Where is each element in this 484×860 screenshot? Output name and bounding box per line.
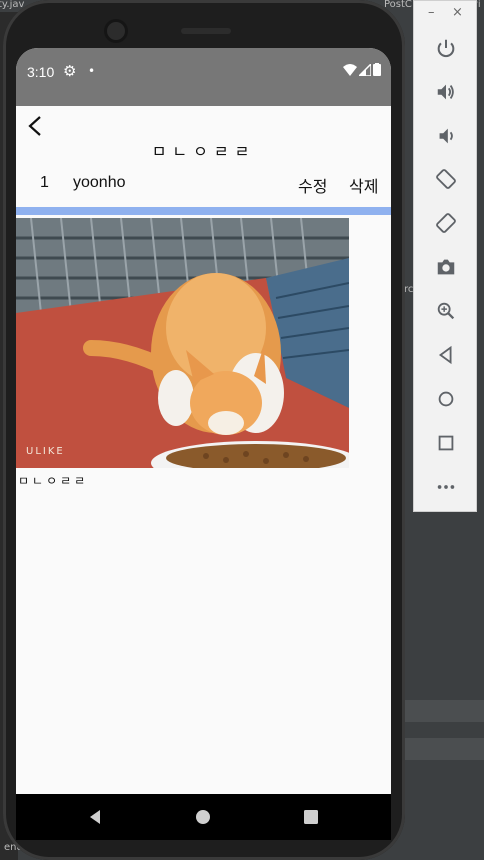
- phone-top-bezel: [3, 0, 405, 48]
- minimize-button[interactable]: –: [428, 5, 435, 20]
- post-author: yoonho: [73, 174, 126, 191]
- camera-screenshot-icon[interactable]: [432, 253, 460, 281]
- power-icon[interactable]: [432, 34, 460, 62]
- zoom-icon[interactable]: [432, 297, 460, 325]
- ide-side-text: rc: [404, 284, 414, 295]
- emulator-toolbar: – ×: [413, 0, 477, 512]
- ide-panel-row: [404, 700, 484, 722]
- rotate-left-icon[interactable]: [432, 165, 460, 193]
- photo-watermark: ULIKE: [26, 446, 65, 457]
- settings-gear-icon: ⚙: [63, 62, 77, 80]
- notification-dot-icon: •: [88, 64, 96, 78]
- post-caption: ㅁㄴㅇㄹㄹ: [18, 474, 89, 488]
- signal-icon: [359, 63, 371, 76]
- volume-down-icon[interactable]: [432, 122, 460, 150]
- battery-icon: [373, 63, 381, 76]
- close-button[interactable]: ×: [452, 5, 463, 20]
- front-camera: [107, 22, 125, 40]
- page-title: ㅁㄴㅇㄹㄹ: [151, 142, 256, 161]
- wifi-icon: [343, 63, 357, 76]
- nav-overview-icon[interactable]: [302, 808, 320, 826]
- post-photo-cat: ULIKE: [16, 218, 349, 468]
- rotate-right-icon[interactable]: [432, 209, 460, 237]
- system-nav-bar: [16, 794, 391, 840]
- delete-button[interactable]: 삭제: [349, 173, 378, 197]
- earpiece-speaker: [181, 28, 231, 34]
- ide-right-pane: [404, 520, 484, 860]
- more-options-icon[interactable]: [432, 473, 460, 501]
- post-number: 1: [40, 174, 49, 191]
- back-triangle-icon[interactable]: [432, 341, 460, 369]
- accent-divider: [16, 207, 391, 215]
- overview-square-icon[interactable]: [432, 429, 460, 457]
- status-icons: [343, 63, 381, 76]
- post-info-row: 1 yoonho 수정 삭제: [16, 164, 391, 198]
- home-circle-icon[interactable]: [432, 385, 460, 413]
- nav-back-icon[interactable]: [86, 808, 104, 826]
- status-bar: 3:10 ⚙ •: [16, 48, 391, 106]
- status-time: 3:10: [27, 64, 55, 80]
- ide-panel-row: [404, 738, 484, 760]
- edit-button[interactable]: 수정: [298, 173, 327, 197]
- back-arrow-icon[interactable]: [24, 114, 48, 138]
- nav-home-icon[interactable]: [194, 808, 212, 826]
- volume-up-icon[interactable]: [432, 78, 460, 106]
- phone-screen: 3:10 ⚙ • ㅁㄴㅇㄹㄹ 1 yoonho 수정 삭제 ULIKE ㅁㄴㅇㄹ…: [16, 48, 391, 794]
